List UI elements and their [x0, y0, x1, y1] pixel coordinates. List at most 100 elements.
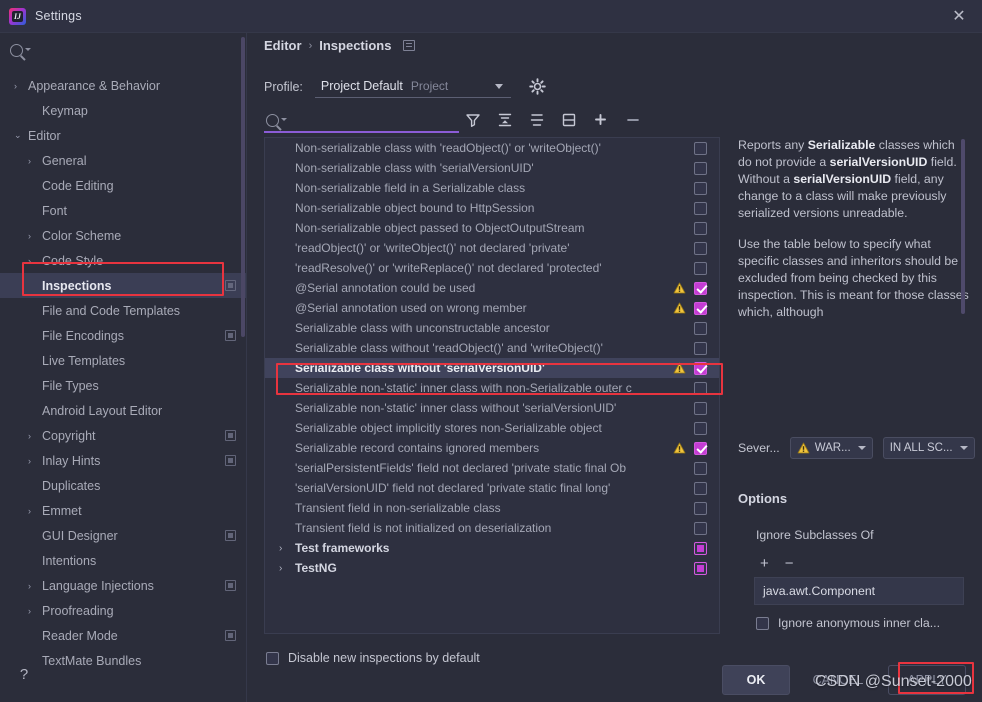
inspection-row[interactable]: ›@Serial annotation could be used	[265, 278, 719, 298]
disable-new-inspections-checkbox[interactable]	[266, 651, 279, 665]
inspection-row[interactable]: ›Serializable class without 'readObject(…	[265, 338, 719, 358]
breadcrumb-root[interactable]: Editor	[264, 38, 302, 53]
sidebar-item-proofreading[interactable]: › Proofreading	[0, 598, 246, 623]
sidebar-item-code-editing[interactable]: ›Code Editing	[0, 173, 246, 198]
inspection-group-row[interactable]: › TestNG	[265, 558, 719, 578]
chevron-right-icon[interactable]: ›	[28, 456, 42, 466]
sidebar-item-appearance-behavior[interactable]: › Appearance & Behavior	[0, 73, 246, 98]
sidebar-item-file-and-code-templates[interactable]: ›File and Code Templates	[0, 298, 246, 323]
help-icon[interactable]: ?	[14, 665, 34, 685]
sidebar-item-editor[interactable]: ⌄ Editor	[0, 123, 246, 148]
inspection-row[interactable]: ›Transient field is not initialized on d…	[265, 518, 719, 538]
sidebar-item-color-scheme[interactable]: › Color Scheme	[0, 223, 246, 248]
inspection-checkbox[interactable]	[694, 161, 707, 175]
ignore-subclasses-entry[interactable]: java.awt.Component	[754, 577, 964, 605]
chevron-right-icon[interactable]: ›	[28, 581, 42, 591]
chevron-right-icon[interactable]: ›	[28, 231, 42, 241]
sidebar-item-inspections[interactable]: ›Inspections	[0, 273, 246, 298]
sidebar-item-inlay-hints[interactable]: › Inlay Hints	[0, 448, 246, 473]
inspection-checkbox[interactable]	[694, 221, 707, 235]
sidebar-item-code-style[interactable]: › Code Style	[0, 248, 246, 273]
inspection-checkbox[interactable]	[694, 201, 707, 215]
inspection-row[interactable]: ›Non-serializable field in a Serializabl…	[265, 178, 719, 198]
sidebar-item-textmate-bundles[interactable]: ›TextMate Bundles	[0, 648, 246, 673]
chevron-right-icon[interactable]: ›	[28, 431, 42, 441]
inspection-checkbox[interactable]	[694, 461, 707, 475]
sidebar-item-reader-mode[interactable]: ›Reader Mode	[0, 623, 246, 648]
description-scrollbar[interactable]	[961, 139, 965, 314]
inspection-checkbox[interactable]	[694, 521, 707, 535]
sidebar-scrollbar[interactable]	[241, 37, 245, 337]
severity-select[interactable]: WAR...	[789, 437, 873, 459]
severity-scope-select[interactable]: IN ALL SC...	[882, 437, 975, 459]
inspection-checkbox[interactable]	[694, 501, 707, 515]
inspection-checkbox[interactable]	[694, 241, 707, 255]
inspection-checkbox[interactable]	[694, 181, 707, 195]
add-icon[interactable]: +	[760, 556, 769, 571]
inspection-row[interactable]: ›'serialPersistentFields' field not decl…	[265, 458, 719, 478]
inspection-checkbox[interactable]	[694, 401, 707, 415]
ignore-anonymous-checkbox[interactable]	[756, 616, 769, 630]
add-icon[interactable]	[592, 111, 610, 129]
inspection-row[interactable]: ›Non-serializable object bound to HttpSe…	[265, 198, 719, 218]
inspection-search-input[interactable]	[264, 109, 459, 133]
sidebar-item-intentions[interactable]: ›Intentions	[0, 548, 246, 573]
inspection-row[interactable]: ›Serializable class with unconstructable…	[265, 318, 719, 338]
chevron-right-icon[interactable]: ›	[14, 81, 28, 91]
sidebar-item-general[interactable]: › General	[0, 148, 246, 173]
sidebar-item-language-injections[interactable]: › Language Injections	[0, 573, 246, 598]
inspection-row[interactable]: ›Serializable non-'static' inner class w…	[265, 398, 719, 418]
inspection-checkbox[interactable]	[694, 421, 707, 435]
chevron-right-icon[interactable]: ›	[28, 256, 42, 266]
chevron-down-icon[interactable]: ⌄	[14, 130, 28, 141]
inspection-checkbox[interactable]	[694, 561, 707, 575]
inspection-row[interactable]: ›@Serial annotation used on wrong member	[265, 298, 719, 318]
chevron-right-icon[interactable]: ›	[279, 563, 295, 574]
inspection-checkbox[interactable]	[694, 261, 707, 275]
sidebar-item-android-layout-editor[interactable]: ›Android Layout Editor	[0, 398, 246, 423]
remove-icon[interactable]: −	[785, 556, 794, 571]
remove-icon[interactable]	[624, 111, 642, 129]
sidebar-item-duplicates[interactable]: ›Duplicates	[0, 473, 246, 498]
inspection-checkbox[interactable]	[694, 541, 707, 555]
close-icon[interactable]: ✕	[936, 0, 982, 33]
inspection-row[interactable]: ›Serializable object implicitly stores n…	[265, 418, 719, 438]
inspection-row[interactable]: ›Serializable class without 'serialVersi…	[265, 358, 719, 378]
inspection-checkbox[interactable]	[694, 141, 707, 155]
sidebar-item-keymap[interactable]: ›Keymap	[0, 98, 246, 123]
sidebar-item-emmet[interactable]: › Emmet	[0, 498, 246, 523]
filter-icon[interactable]	[464, 111, 482, 129]
chevron-right-icon[interactable]: ›	[279, 543, 295, 554]
inspection-checkbox[interactable]	[694, 341, 707, 355]
inspection-row[interactable]: ›'readObject()' or 'writeObject()' not d…	[265, 238, 719, 258]
sidebar-search-input[interactable]	[0, 33, 246, 67]
inspection-row[interactable]: ›Non-serializable class with 'readObject…	[265, 138, 719, 158]
inspection-row[interactable]: ›Transient field in non-serializable cla…	[265, 498, 719, 518]
expand-all-icon[interactable]	[496, 111, 514, 129]
sidebar-item-file-types[interactable]: ›File Types	[0, 373, 246, 398]
sidebar-item-gui-designer[interactable]: ›GUI Designer	[0, 523, 246, 548]
sidebar-item-font[interactable]: ›Font	[0, 198, 246, 223]
inspection-checkbox[interactable]	[694, 481, 707, 495]
inspection-row[interactable]: ›Non-serializable object passed to Objec…	[265, 218, 719, 238]
inspection-row[interactable]: ›Serializable non-'static' inner class w…	[265, 378, 719, 398]
inspection-checkbox[interactable]	[694, 281, 707, 295]
sidebar-item-copyright[interactable]: › Copyright	[0, 423, 246, 448]
inspection-row[interactable]: ›'serialVersionUID' field not declared '…	[265, 478, 719, 498]
inspection-row[interactable]: ›Non-serializable class with 'serialVers…	[265, 158, 719, 178]
chevron-right-icon[interactable]: ›	[28, 506, 42, 516]
group-by-icon[interactable]	[560, 111, 578, 129]
collapse-all-icon[interactable]	[528, 111, 546, 129]
disable-new-inspections-row[interactable]: Disable new inspections by default	[266, 651, 480, 665]
sidebar-item-live-templates[interactable]: ›Live Templates	[0, 348, 246, 373]
inspection-checkbox[interactable]	[694, 441, 707, 455]
inspection-checkbox[interactable]	[694, 361, 707, 375]
inspection-group-row[interactable]: › Test frameworks	[265, 538, 719, 558]
profile-select[interactable]: Project Default Project	[314, 75, 511, 98]
inspection-row[interactable]: ›'readResolve()' or 'writeReplace()' not…	[265, 258, 719, 278]
inspection-checkbox[interactable]	[694, 321, 707, 335]
sidebar-item-file-encodings[interactable]: ›File Encodings	[0, 323, 246, 348]
ok-button[interactable]: OK	[722, 665, 790, 695]
gear-icon[interactable]	[529, 78, 546, 95]
ignore-anonymous-row[interactable]: Ignore anonymous inner cla...	[756, 616, 940, 630]
